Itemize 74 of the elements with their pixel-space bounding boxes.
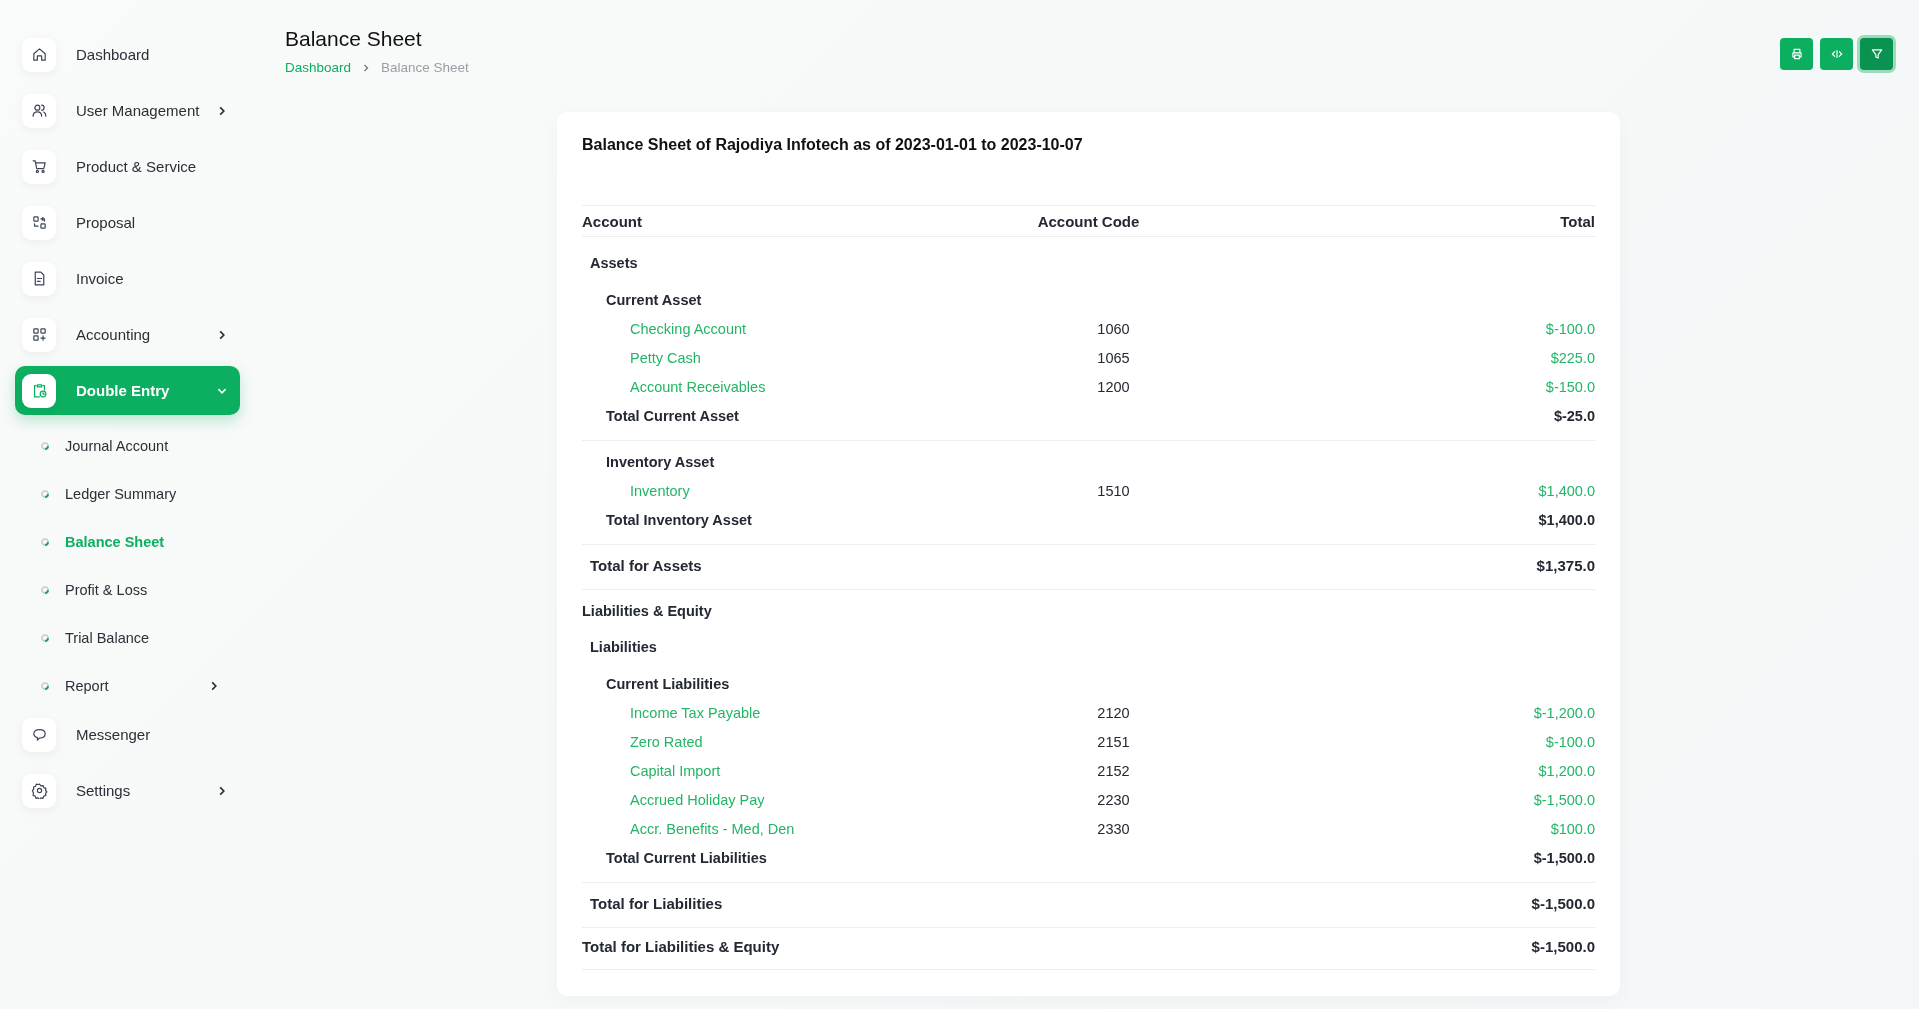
total-label: Total Current Asset bbox=[605, 407, 740, 426]
printer-icon bbox=[1789, 47, 1804, 61]
account-code: 1065 bbox=[1096, 349, 1131, 368]
account-code: 2151 bbox=[1096, 733, 1131, 752]
submenu-item[interactable]: Journal Account bbox=[15, 422, 240, 470]
amount-cell-text: $1,375.0 bbox=[1535, 556, 1595, 576]
section-heading: Liabilities & Equity bbox=[582, 602, 713, 621]
sidebar-item[interactable]: Proposal bbox=[15, 198, 240, 247]
total-label: Total Current Liabilities bbox=[605, 849, 768, 868]
amount-cell-text: $100.0 bbox=[1549, 820, 1595, 839]
sidebar-item[interactable]: Accounting bbox=[15, 310, 240, 359]
sidebar-item[interactable]: Messenger bbox=[15, 710, 240, 759]
sidebar-item[interactable]: Invoice bbox=[15, 254, 240, 303]
amount-cell-text: $-25.0 bbox=[1552, 407, 1595, 426]
amount-cell-text: $-100.0 bbox=[1544, 320, 1595, 339]
bullet-icon bbox=[40, 537, 50, 547]
cart-icon bbox=[30, 158, 48, 175]
account-code: 2330 bbox=[1096, 820, 1131, 839]
amount-cell-text: $-1,500.0 bbox=[1532, 849, 1595, 868]
report-title: Balance Sheet of Rajodiya Infotech as of 2023-01-01 to 2023-10-07 bbox=[582, 135, 1084, 155]
sidebar-item[interactable]: User Management bbox=[15, 86, 240, 135]
amount-cell-text: $225.0 bbox=[1549, 349, 1595, 368]
account-code: 1200 bbox=[1096, 378, 1131, 397]
filter-icon bbox=[1869, 47, 1884, 61]
print-button[interactable] bbox=[1780, 38, 1813, 70]
grid-icon bbox=[30, 326, 48, 343]
submenu-item[interactable]: Report bbox=[15, 662, 240, 710]
amount-cell-text: $-100.0 bbox=[1544, 733, 1595, 752]
sidebar-item[interactable]: Dashboard bbox=[15, 30, 240, 79]
breadcrumb-current: Balance Sheet bbox=[381, 60, 469, 75]
users-icon bbox=[30, 102, 48, 119]
amount-cell-text: $-1,500.0 bbox=[1530, 894, 1595, 914]
amount-cell-text: $-1,200.0 bbox=[1532, 704, 1595, 723]
amount-cell-text: $-150.0 bbox=[1544, 378, 1595, 397]
total-label: Total Inventory Asset bbox=[605, 511, 753, 530]
account-code: 2152 bbox=[1096, 762, 1131, 781]
section-heading: Inventory Asset bbox=[605, 453, 716, 472]
settings-icon bbox=[30, 782, 48, 799]
section-heading: Current Liabilities bbox=[605, 675, 731, 694]
section-heading: Assets bbox=[589, 254, 639, 273]
total-label: Total for Liabilities bbox=[589, 894, 724, 914]
section-heading: Liabilities bbox=[589, 638, 658, 657]
submenu-item[interactable]: Ledger Summary bbox=[15, 470, 240, 518]
amount-cell-text: $1,200.0 bbox=[1537, 762, 1595, 781]
total-label: Total for Assets bbox=[589, 556, 703, 576]
chat-icon bbox=[30, 726, 48, 743]
amount-cell-text: $1,400.0 bbox=[1537, 482, 1595, 501]
submenu-item[interactable]: Profit & Loss bbox=[15, 566, 240, 614]
sidebar-item[interactable]: Settings bbox=[15, 766, 240, 815]
account-code: 1510 bbox=[1096, 482, 1131, 501]
bullet-icon bbox=[40, 585, 50, 595]
submenu-item[interactable]: Trial Balance bbox=[15, 614, 240, 662]
sidebar-item[interactable]: Product & Service bbox=[15, 142, 240, 191]
code-icon bbox=[1829, 47, 1844, 61]
home-icon bbox=[30, 46, 48, 63]
account-code: 2120 bbox=[1096, 704, 1131, 723]
total-label: Total for Liabilities & Equity bbox=[582, 937, 781, 957]
swap-icon bbox=[30, 214, 48, 231]
column-header: Account Code bbox=[1036, 212, 1141, 230]
section-heading: Current Asset bbox=[605, 291, 703, 310]
column-header: Account bbox=[582, 212, 643, 230]
column-header: Total bbox=[1559, 212, 1595, 230]
amount-cell-text: $-1,500.0 bbox=[1530, 937, 1595, 957]
code-button[interactable] bbox=[1820, 38, 1853, 70]
bullet-icon bbox=[40, 681, 50, 691]
amount-cell-text: $-1,500.0 bbox=[1532, 791, 1595, 810]
filter-button[interactable] bbox=[1860, 38, 1893, 70]
bullet-icon bbox=[40, 633, 50, 643]
amount-cell-text: $1,400.0 bbox=[1537, 511, 1595, 530]
account-code: 2230 bbox=[1096, 791, 1131, 810]
bullet-icon bbox=[40, 441, 50, 451]
page-title: Balance Sheet bbox=[285, 27, 423, 51]
account-code: 1060 bbox=[1096, 320, 1131, 339]
bullet-icon bbox=[40, 489, 50, 499]
